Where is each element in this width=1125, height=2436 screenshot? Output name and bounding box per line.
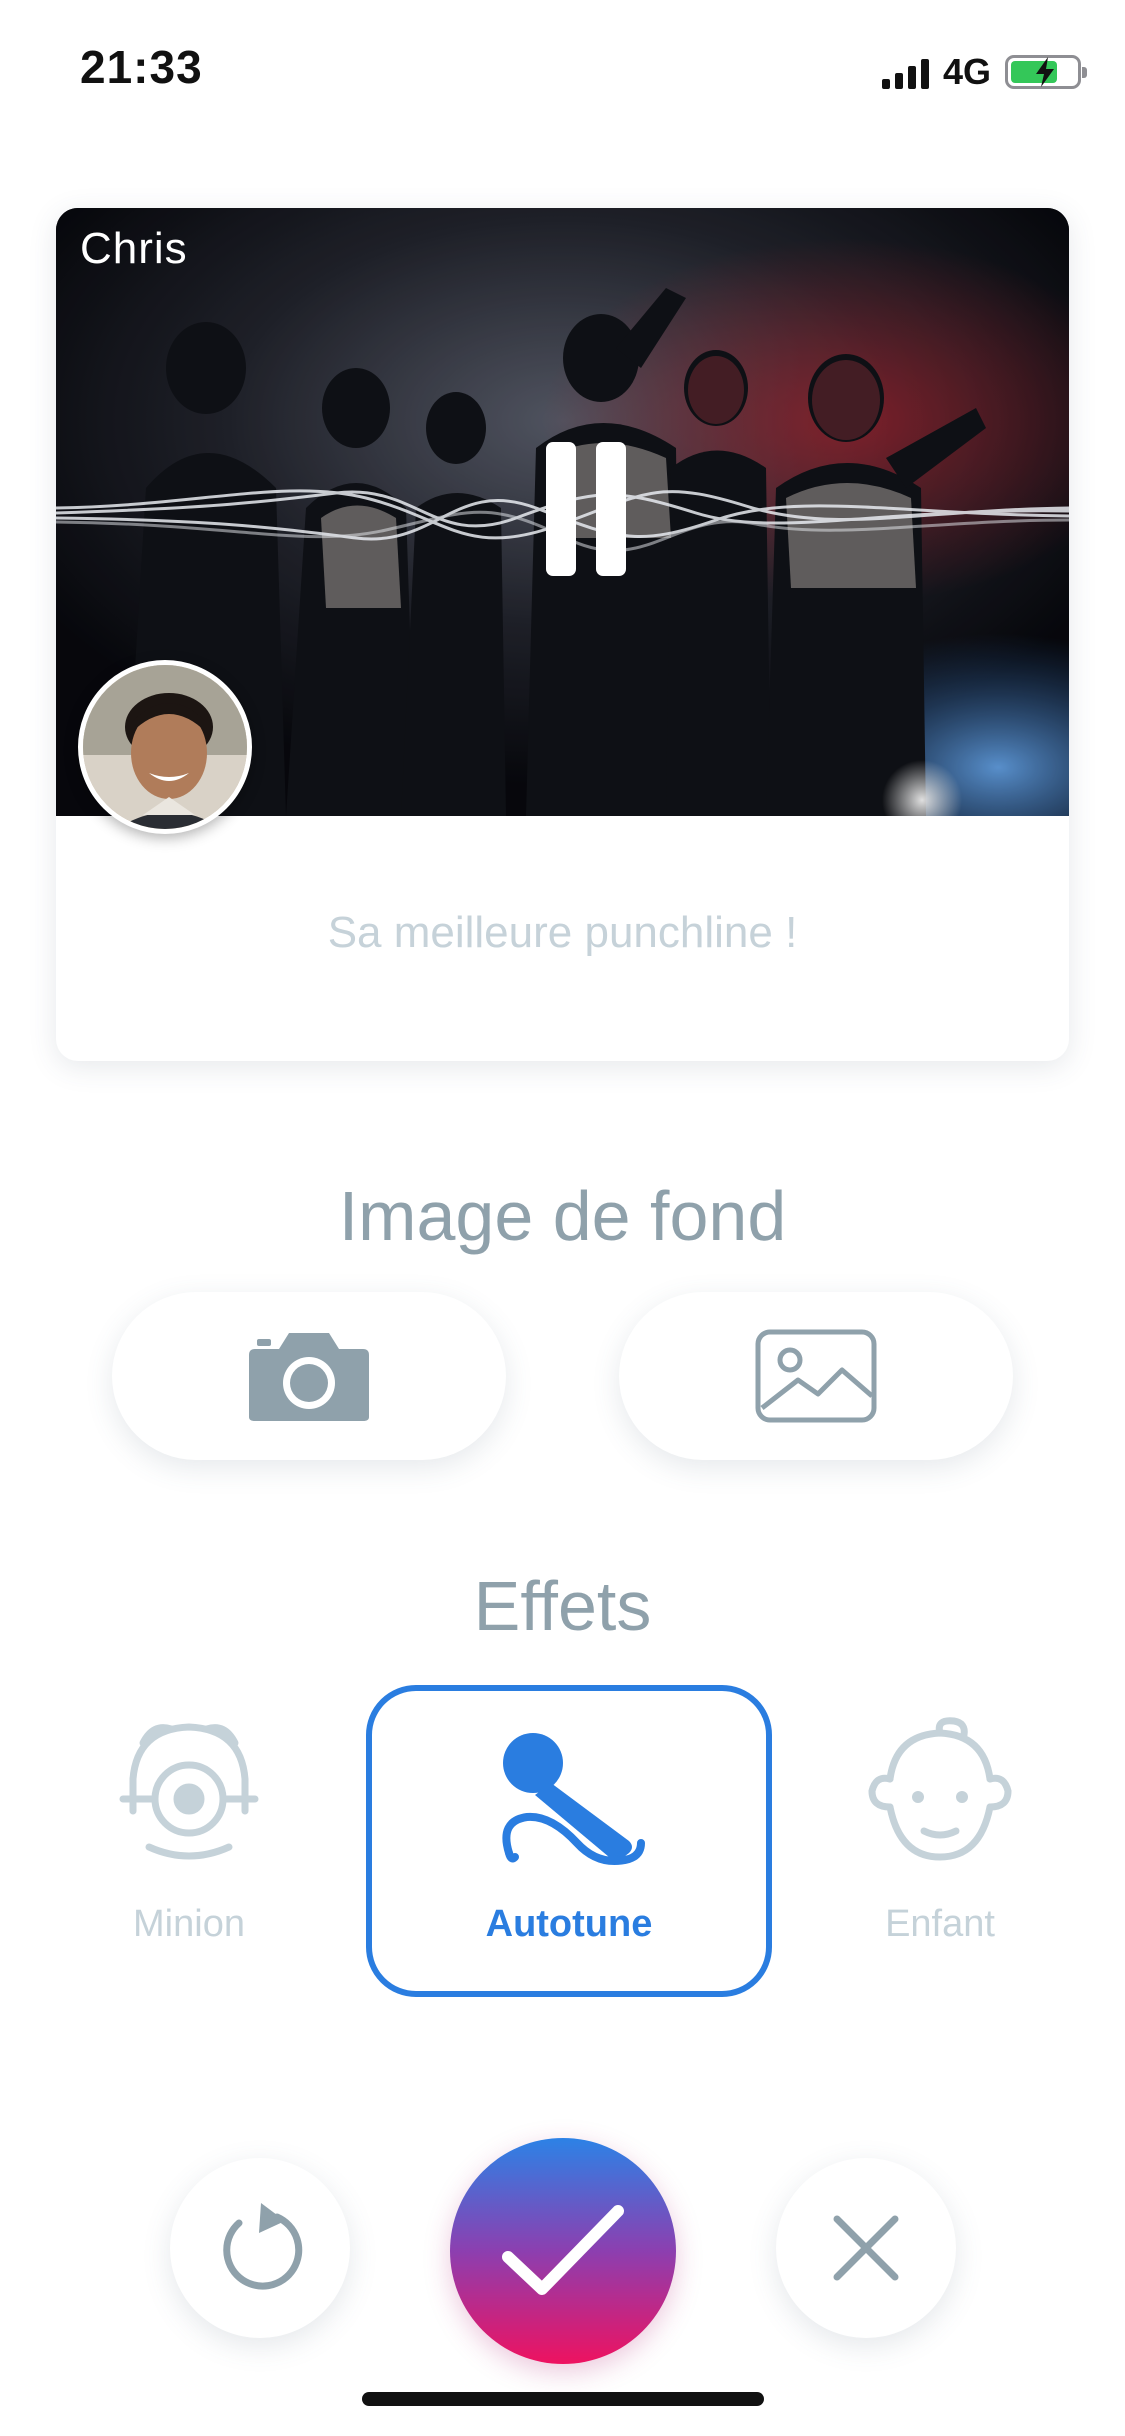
gallery-icon xyxy=(755,1329,877,1423)
retry-icon xyxy=(223,2203,303,2290)
avatar xyxy=(78,660,252,834)
signal-icon xyxy=(881,55,929,89)
camera-icon xyxy=(249,1333,369,1421)
effects-section-title: Effets xyxy=(473,1567,652,1645)
charging-bolt-icon xyxy=(1036,57,1054,87)
author-name: Chris xyxy=(80,224,188,273)
choose-from-gallery-button[interactable] xyxy=(619,1292,1013,1460)
battery-icon xyxy=(1005,55,1087,89)
status-time: 21:33 xyxy=(80,41,203,93)
minion-icon xyxy=(119,1723,259,1860)
close-button[interactable] xyxy=(776,2158,956,2338)
close-icon xyxy=(833,2215,899,2281)
take-photo-button[interactable] xyxy=(112,1292,506,1460)
microphone-icon xyxy=(502,1733,645,1865)
home-indicator[interactable] xyxy=(362,2392,764,2406)
effect-label-minion: Minion xyxy=(133,1903,245,1945)
effect-label-enfant: Enfant xyxy=(885,1903,995,1945)
status-indicators: 4G xyxy=(881,50,1087,94)
caption-placeholder[interactable]: Sa meilleure punchline ! xyxy=(56,908,1069,958)
effect-enfant[interactable]: Enfant xyxy=(737,1685,1125,1997)
status-bar: 21:33 4G xyxy=(0,0,1125,140)
background-section-title: Image de fond xyxy=(338,1177,787,1255)
check-icon xyxy=(502,2205,624,2295)
effect-label-autotune: Autotune xyxy=(485,1903,653,1945)
effect-autotune[interactable]: Autotune xyxy=(366,1685,772,1997)
pause-icon[interactable] xyxy=(546,442,626,580)
effect-minion[interactable]: Minion xyxy=(0,1685,392,1997)
post-preview-card: Chris Sa meilleure punchline ! xyxy=(56,208,1069,1061)
confirm-button[interactable] xyxy=(450,2138,676,2364)
baby-face-icon xyxy=(868,1717,1012,1861)
retry-button[interactable] xyxy=(170,2158,350,2338)
network-type: 4G xyxy=(942,51,991,92)
